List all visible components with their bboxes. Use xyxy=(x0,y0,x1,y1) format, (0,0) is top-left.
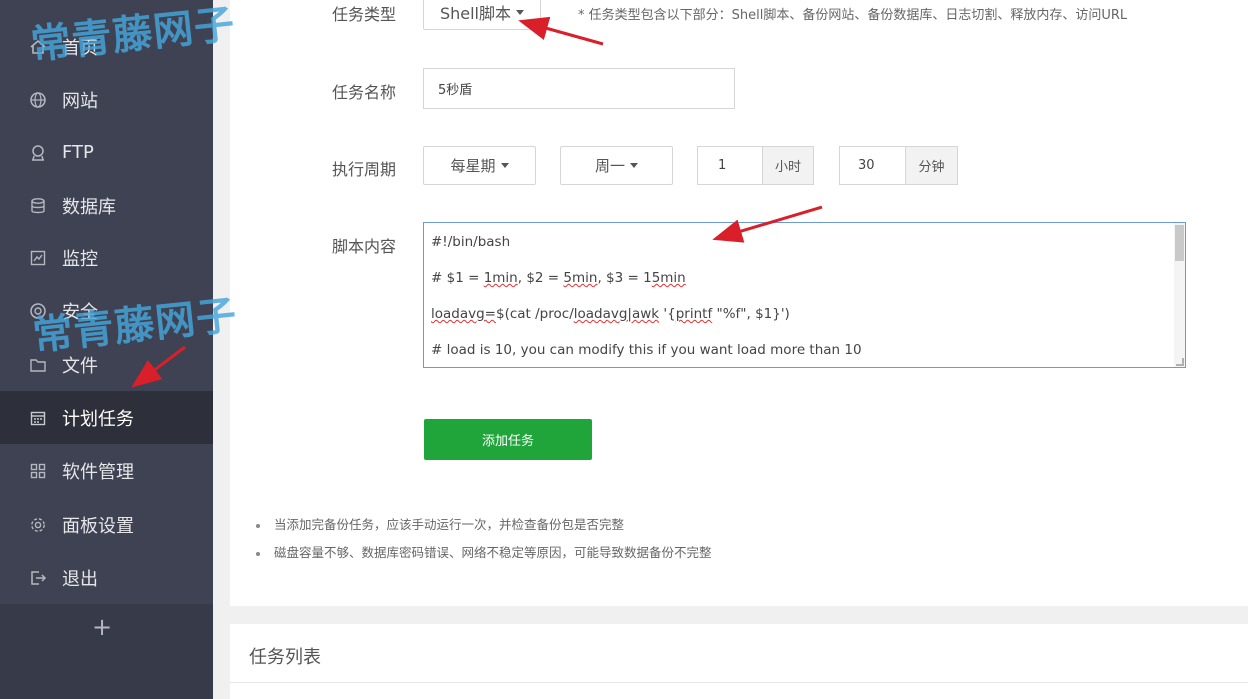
sidebar-item-home[interactable]: 首页 xyxy=(0,20,213,73)
task-name-input[interactable]: 5秒盾 xyxy=(423,68,735,109)
sidebar-item-label: 计划任务 xyxy=(62,408,134,430)
task-type-value: Shell脚本 xyxy=(439,4,512,23)
folder-icon xyxy=(28,355,48,375)
sidebar-item-label: 监控 xyxy=(62,248,98,270)
sidebar-item-label: 首页 xyxy=(62,37,98,59)
tip-text: 当添加完备份任务，应该手动运行一次，并检查备份包是否完整 xyxy=(274,517,625,532)
resize-grip-icon[interactable] xyxy=(1176,358,1184,366)
sidebar-item-label: 退出 xyxy=(62,568,98,590)
sidebar-item-label: 软件管理 xyxy=(62,461,134,483)
scrollbar-thumb[interactable] xyxy=(1175,225,1184,261)
task-list-panel xyxy=(230,624,1248,699)
bullet-icon xyxy=(256,551,260,556)
add-task-button[interactable]: 添加任务 xyxy=(424,419,592,460)
sidebar-item-ftp[interactable]: FTP xyxy=(0,126,213,179)
script-label: 脚本内容 xyxy=(332,237,397,256)
caret-down-icon xyxy=(516,9,525,15)
script-textarea[interactable]: #!/bin/bash # $1 = 1min, $2 = 5min, $3 =… xyxy=(423,222,1186,368)
sidebar-item-database[interactable]: 数据库 xyxy=(0,179,213,232)
calendar-icon xyxy=(28,408,48,428)
monitor-icon xyxy=(28,248,48,268)
sidebar-item-monitor[interactable]: 监控 xyxy=(0,231,213,284)
task-type-label: 任务类型 xyxy=(332,5,397,24)
caret-down-icon xyxy=(500,163,509,168)
tip-text: 磁盘容量不够、数据库密码错误、网络不稳定等原因，可能导致数据备份不完整 xyxy=(274,545,712,560)
scrollbar[interactable] xyxy=(1174,223,1185,367)
code-line: # $1 = 1min, $2 = 5min, $3 = 15min xyxy=(431,270,686,286)
sidebar-item-website[interactable]: 网站 xyxy=(0,73,213,126)
sidebar-item-label: 文件 xyxy=(62,355,98,377)
add-icon[interactable]: + xyxy=(88,612,116,642)
task-name-label: 任务名称 xyxy=(332,83,397,102)
sidebar-item-label: 数据库 xyxy=(62,196,116,218)
tip-item: 当添加完备份任务，应该手动运行一次，并检查备份包是否完整 xyxy=(256,514,624,533)
tip-item: 磁盘容量不够、数据库密码错误、网络不稳定等原因，可能导致数据备份不完整 xyxy=(256,542,712,561)
sidebar-item-label: 安全 xyxy=(62,301,98,323)
divider xyxy=(230,682,1248,683)
task-type-select[interactable]: Shell脚本 xyxy=(423,0,541,30)
minute-input[interactable]: 30 xyxy=(839,146,906,185)
home-icon xyxy=(28,37,48,57)
hour-unit: 小时 xyxy=(762,146,814,185)
caret-down-icon xyxy=(630,163,638,168)
period-value: 每星期 xyxy=(450,157,496,175)
sidebar-item-cron[interactable]: 计划任务 xyxy=(0,391,213,444)
sidebar-item-logout[interactable]: 退出 xyxy=(0,551,213,604)
sidebar-item-security[interactable]: 安全 xyxy=(0,284,213,337)
sidebar-item-settings[interactable]: 面板设置 xyxy=(0,498,213,551)
ftp-icon xyxy=(28,143,48,163)
weekday-value: 周一 xyxy=(594,157,625,175)
shield-icon xyxy=(28,301,48,321)
sidebar-item-label: FTP xyxy=(62,142,94,163)
task-list-title: 任务列表 xyxy=(249,647,321,668)
database-icon xyxy=(28,196,48,216)
globe-icon xyxy=(28,90,48,110)
logout-icon xyxy=(28,568,48,588)
gear-icon xyxy=(28,515,48,535)
task-type-note: * 任务类型包含以下部分：Shell脚本、备份网站、备份数据库、日志切割、释放内… xyxy=(578,8,1128,23)
schedule-label: 执行周期 xyxy=(332,160,397,179)
code-line: # load is 10, you can modify this if you… xyxy=(431,342,862,358)
code-line: loadavg=$(cat /proc/loadavg|awk '{printf… xyxy=(431,306,790,322)
code-line: #!/bin/bash xyxy=(431,234,511,250)
period-select[interactable]: 每星期 xyxy=(423,146,536,185)
hour-input[interactable]: 1 xyxy=(697,146,763,185)
weekday-select[interactable]: 周一 xyxy=(560,146,673,185)
sidebar-item-files[interactable]: 文件 xyxy=(0,338,213,391)
sidebar-item-label: 面板设置 xyxy=(62,515,134,537)
apps-icon xyxy=(28,461,48,481)
sidebar-item-label: 网站 xyxy=(62,90,98,112)
sidebar-item-software[interactable]: 软件管理 xyxy=(0,444,213,497)
minute-unit: 分钟 xyxy=(905,146,958,185)
bullet-icon xyxy=(256,523,260,528)
